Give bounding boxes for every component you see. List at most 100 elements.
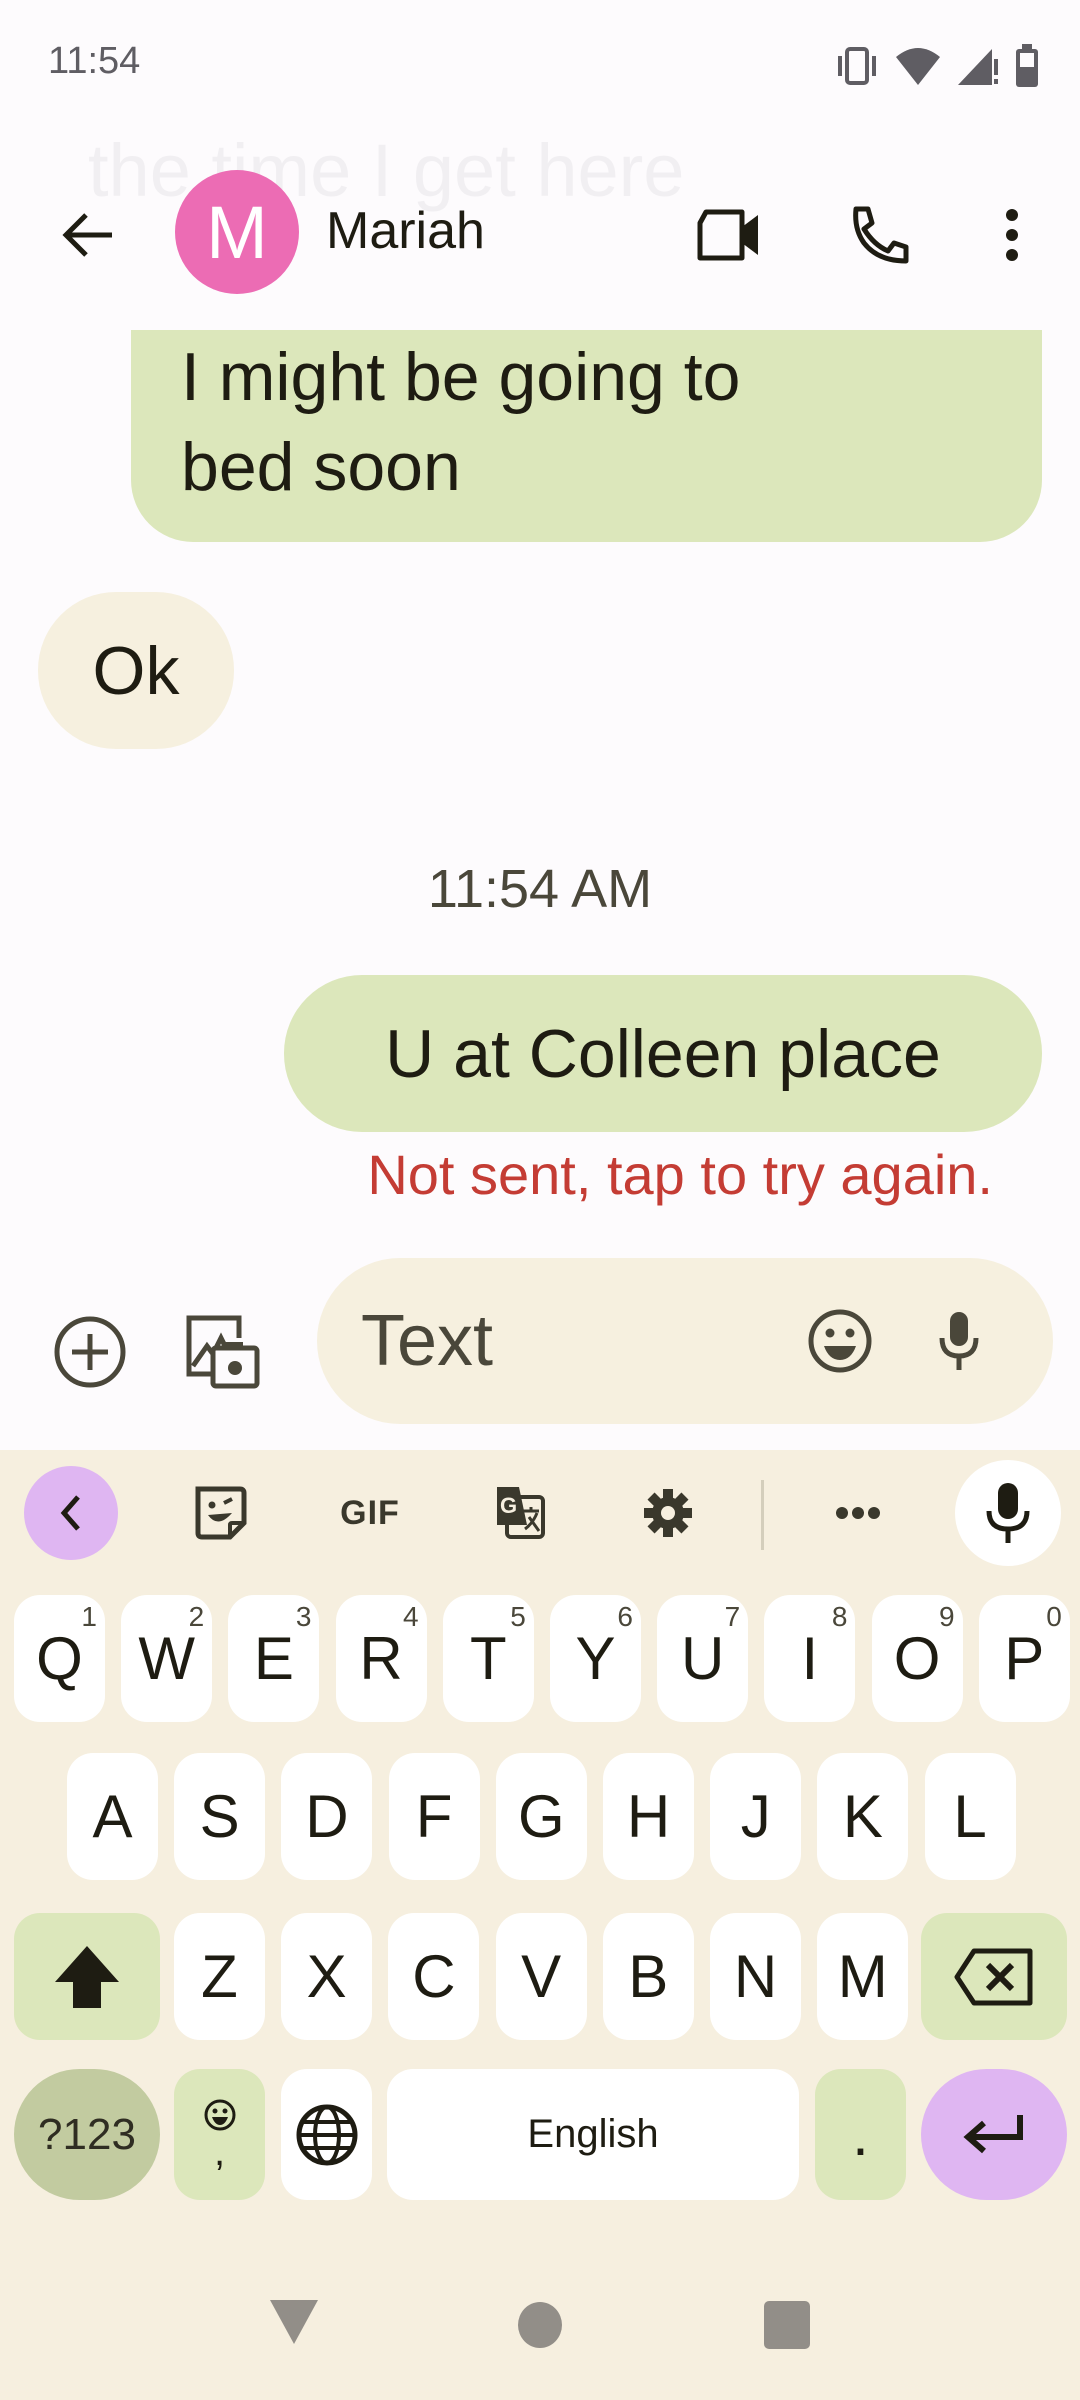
symbols-key[interactable]: ?123 (14, 2069, 160, 2200)
avatar-initial: M (206, 190, 268, 274)
sticker-icon (195, 1486, 247, 1540)
gif-button[interactable]: GIF (322, 1465, 418, 1561)
nav-back-button[interactable] (268, 2298, 320, 2351)
key-p[interactable]: P0 (978, 1595, 1070, 1722)
compose-field[interactable] (317, 1258, 1053, 1424)
gallery-camera-button[interactable] (180, 1310, 264, 1394)
backspace-key[interactable] (921, 1913, 1067, 2040)
key-number-hint: 6 (617, 1601, 633, 1632)
video-call-button[interactable] (690, 197, 766, 273)
period-key[interactable]: . (815, 2069, 906, 2200)
key-j[interactable]: J (710, 1753, 802, 1880)
message-timestamp: 11:54 AM (427, 859, 653, 919)
key-h[interactable]: H (603, 1753, 694, 1880)
key-label: S (199, 1783, 240, 1850)
key-r[interactable]: R4 (335, 1595, 427, 1722)
key-i[interactable]: I8 (764, 1595, 856, 1722)
more-options-button[interactable] (982, 197, 1042, 273)
key-number-hint: 7 (724, 1601, 741, 1632)
contact-name[interactable]: Mariah (326, 201, 485, 261)
key-v[interactable]: V (495, 1913, 587, 2040)
key-q[interactable]: Q1 (14, 1595, 105, 1722)
key-number-hint: 0 (1046, 1601, 1062, 1632)
key-c[interactable]: C (388, 1913, 480, 2040)
key-n[interactable]: N (710, 1913, 801, 2040)
backspace-icon (954, 1948, 1033, 2005)
language-switch-key[interactable] (281, 2069, 372, 2200)
key-label: V (521, 1943, 562, 2010)
key-l[interactable]: L (924, 1753, 1016, 1880)
key-label: Z (201, 1943, 238, 2010)
key-label: K (842, 1783, 883, 1850)
message-text-line: bed soon (181, 429, 461, 505)
key-d[interactable]: D (281, 1753, 373, 1880)
keyboard-settings-button[interactable] (620, 1465, 716, 1561)
message-bubble-outgoing-failed[interactable]: U at Colleen place (284, 975, 1042, 1132)
nav-recents-button[interactable] (764, 2301, 810, 2349)
emoji-icon (808, 1309, 872, 1373)
key-z[interactable]: Z (174, 1913, 265, 2040)
message-bubble-outgoing[interactable]: I might be going to bed soon (131, 330, 1042, 542)
message-input[interactable] (361, 1298, 781, 1384)
key-number-hint: 3 (295, 1601, 312, 1632)
key-label: B (628, 1943, 669, 2010)
chevron-left-icon (60, 1495, 80, 1531)
key-u[interactable]: U7 (657, 1595, 749, 1722)
key-label: W (138, 1625, 195, 1692)
key-label: I (801, 1625, 819, 1692)
key-number-hint: 5 (510, 1601, 526, 1632)
key-g[interactable]: G (495, 1753, 587, 1880)
phone-icon (853, 206, 909, 264)
key-k[interactable]: K (817, 1753, 909, 1880)
more-vert-icon (1006, 209, 1018, 261)
nav-home-button[interactable] (518, 2302, 562, 2348)
wifi-icon (894, 45, 942, 87)
status-icons (834, 44, 1040, 88)
back-button[interactable] (50, 197, 126, 273)
retry-send-link[interactable]: Not sent, tap to try again. (367, 1142, 993, 1207)
translate-button[interactable]: G (472, 1465, 568, 1561)
mic-icon (986, 1483, 1030, 1543)
key-x[interactable]: X (281, 1913, 373, 2040)
key-label: H (626, 1783, 671, 1850)
keyboard-collapse-button[interactable] (24, 1466, 118, 1560)
key-label: E (253, 1625, 294, 1692)
gear-icon (644, 1489, 692, 1537)
key-m[interactable]: M (817, 1913, 909, 2040)
phone-call-button[interactable] (842, 197, 918, 273)
key-label: G (517, 1783, 565, 1850)
key-y[interactable]: Y6 (550, 1595, 641, 1722)
shift-key[interactable] (14, 1913, 160, 2040)
attach-button[interactable] (48, 1310, 132, 1394)
vibrate-icon (834, 46, 880, 86)
key-s[interactable]: S (174, 1753, 266, 1880)
key-b[interactable]: B (602, 1913, 694, 2040)
message-bubble-incoming[interactable]: Ok (38, 592, 234, 749)
key-number-hint: 4 (403, 1601, 419, 1632)
key-w[interactable]: W2 (121, 1595, 213, 1722)
key-t[interactable]: T5 (442, 1595, 534, 1722)
space-key[interactable]: English (387, 2069, 799, 2200)
message-text-line: I might be going to (181, 339, 741, 415)
mic-icon (939, 1312, 979, 1370)
key-label: Y (575, 1625, 616, 1692)
key-e[interactable]: E3 (228, 1595, 320, 1722)
key-a[interactable]: A (67, 1753, 158, 1880)
sticker-button[interactable] (172, 1465, 268, 1561)
key-number-hint: 9 (939, 1601, 955, 1632)
more-tools-button[interactable] (810, 1465, 906, 1561)
arrow-back-icon (62, 213, 112, 257)
key-o[interactable]: O9 (871, 1595, 963, 1722)
enter-key[interactable] (921, 2069, 1067, 2200)
globe-icon (296, 2104, 357, 2165)
emoji-comma-key[interactable]: , (174, 2069, 265, 2200)
avatar[interactable]: M (175, 170, 299, 294)
voice-message-button[interactable] (919, 1298, 999, 1384)
emoji-button[interactable] (797, 1298, 883, 1384)
key-label: A (92, 1783, 133, 1850)
voice-typing-button[interactable] (955, 1460, 1061, 1566)
conversation-header: M Mariah (0, 165, 1080, 295)
key-label: P (1004, 1625, 1045, 1692)
key-label: C (412, 1943, 456, 2010)
key-f[interactable]: F (388, 1753, 480, 1880)
